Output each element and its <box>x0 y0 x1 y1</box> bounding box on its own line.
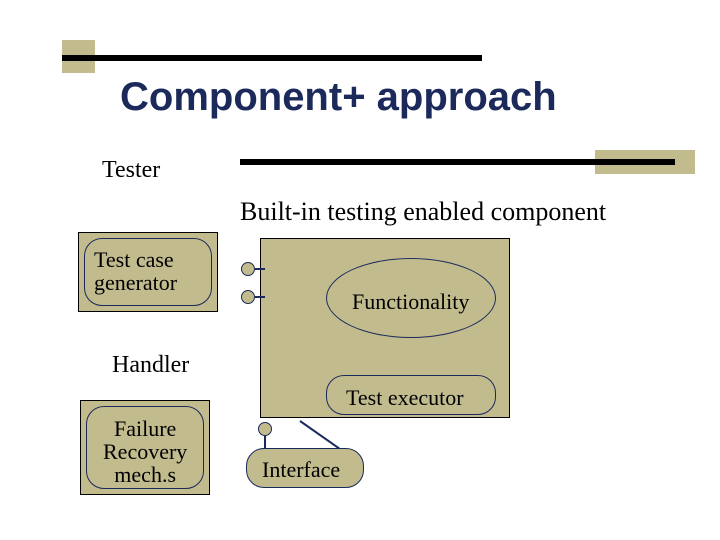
port-icon <box>258 422 272 436</box>
label-interface: Interface <box>262 458 340 481</box>
label-handler: Handler <box>112 353 189 378</box>
slide-title: Component+ approach <box>120 75 557 120</box>
label-tester: Tester <box>102 158 160 183</box>
node-test-executor-label: Test executor <box>346 386 464 409</box>
node-failure-recovery-label: Failure Recovery mech.s <box>103 417 187 486</box>
label-bit-component: Built-in testing enabled component <box>240 198 606 225</box>
node-test-case-generator-label: Test case generator <box>94 248 177 294</box>
port-connector <box>264 436 266 448</box>
node-functionality-label: Functionality <box>352 290 469 313</box>
port-icon <box>241 290 255 304</box>
port-connector <box>255 268 265 270</box>
port-connector <box>255 296 265 298</box>
title-rule <box>62 55 482 61</box>
port-icon <box>241 262 255 276</box>
callout-connector <box>299 420 339 449</box>
section-rule <box>240 159 675 165</box>
diagram-stage: Component+ approach Tester Built-in test… <box>0 0 720 540</box>
